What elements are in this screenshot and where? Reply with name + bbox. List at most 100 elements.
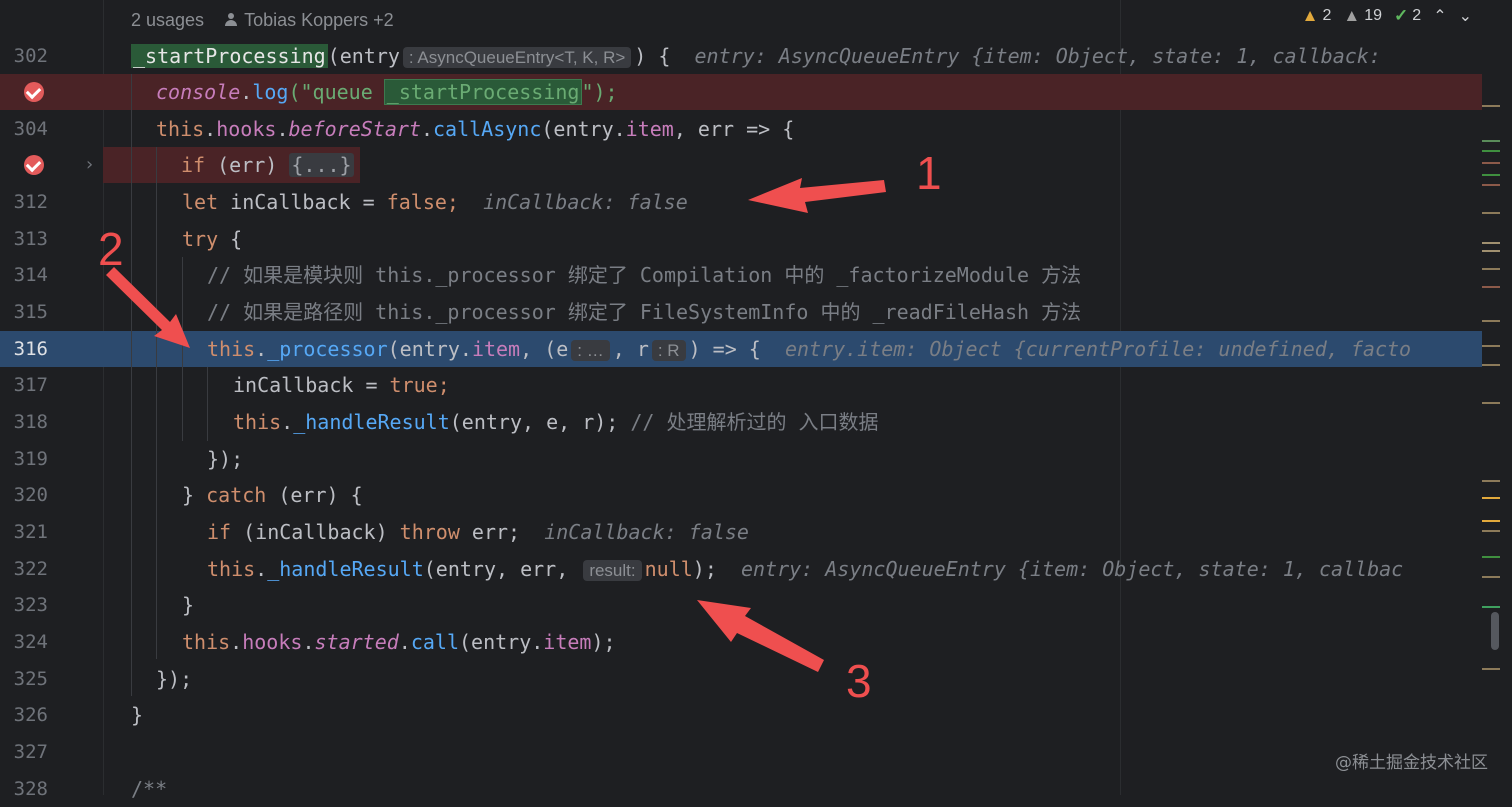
stripe-marker[interactable] xyxy=(1482,250,1500,252)
stripe-marker[interactable] xyxy=(1482,556,1500,558)
code-line[interactable]: 328 /** xyxy=(0,771,1482,807)
stripe-marker[interactable] xyxy=(1482,497,1500,499)
debug-value-hint: entry.item: Object {currentProfile: unde… xyxy=(784,337,1412,361)
code-text[interactable]: _startProcessing (entry: AsyncQueueEntry<… xyxy=(131,38,1381,76)
author-link[interactable]: Tobias Koppers +2 xyxy=(224,10,394,31)
code-text[interactable]: }); xyxy=(156,661,192,697)
code-line[interactable]: 318 this._handleResult(entry, e, r); // … xyxy=(0,404,1482,440)
weak-warning-icon: ▲ xyxy=(1343,6,1361,25)
stripe-marker[interactable] xyxy=(1482,530,1500,532)
usages-link[interactable]: 2 usages xyxy=(131,10,204,31)
code-text[interactable]: this._handleResult(entry, err, result: nu… xyxy=(207,551,1403,589)
indent-guide xyxy=(182,257,183,441)
author-label: Tobias Koppers +2 xyxy=(244,9,394,30)
line-number: 323 xyxy=(13,594,48,616)
code-text[interactable]: } xyxy=(182,587,194,623)
code-line[interactable]: 302 _startProcessing (entry: AsyncQueueEn… xyxy=(0,38,1482,74)
warnings-count[interactable]: ▲ 2 xyxy=(1302,6,1332,26)
folded-region[interactable]: {...} xyxy=(289,153,354,177)
indent-guide xyxy=(156,147,157,659)
code-comment[interactable]: // 如果是模块则 this._processor 绑定了 Compilatio… xyxy=(207,257,1081,293)
line-number: 320 xyxy=(13,484,48,506)
code-text[interactable]: this.hooks.started.call(entry.item); xyxy=(182,624,616,660)
inspections-widget[interactable]: ▲ 2 ▲ 19 ✓ 2 ⌃ ⌄ xyxy=(1302,4,1472,28)
code-line[interactable]: 322 this._handleResult(entry, err, resul… xyxy=(0,551,1482,587)
breakpoint-icon[interactable] xyxy=(24,155,44,175)
debug-value-hint: inCallback: false xyxy=(483,190,688,214)
code-text[interactable]: let inCallback = false; inCallback: fals… xyxy=(182,184,688,220)
code-text[interactable]: if (err) {...} xyxy=(181,147,354,183)
code-text[interactable]: inCallback = true; xyxy=(233,367,450,403)
code-line[interactable]: 313 try { xyxy=(0,221,1482,257)
code-line[interactable]: 315 // 如果是路径则 this._processor 绑定了 FileSy… xyxy=(0,294,1482,330)
stripe-marker[interactable] xyxy=(1482,105,1500,107)
code-line-current-execution[interactable]: 316 this._processor(entry.item, (e: …, r… xyxy=(0,331,1482,367)
stripe-marker[interactable] xyxy=(1482,286,1500,288)
stripe-marker[interactable] xyxy=(1482,480,1500,482)
line-number: 312 xyxy=(13,191,48,213)
stripe-marker[interactable] xyxy=(1482,668,1500,670)
check-icon: ✓ xyxy=(1394,6,1409,25)
breakpoint-icon[interactable] xyxy=(24,82,44,102)
stripe-marker[interactable] xyxy=(1482,402,1500,404)
line-number: 313 xyxy=(13,228,48,250)
code-line-breakpoint[interactable]: console.log("queue _startProcessing "); xyxy=(0,74,1482,110)
fold-arrow-icon[interactable]: › xyxy=(84,154,95,175)
code-line[interactable]: 325 }); xyxy=(0,661,1482,697)
parameter-inlay-hint: result: xyxy=(583,560,642,581)
code-text[interactable]: }); xyxy=(207,441,243,477)
line-number: 324 xyxy=(13,631,48,653)
code-line[interactable]: 324 this.hooks.started.call(entry.item); xyxy=(0,624,1482,660)
code-text[interactable]: try { xyxy=(182,221,242,257)
code-line[interactable]: 319 }); xyxy=(0,441,1482,477)
next-problem-button[interactable]: ⌄ xyxy=(1459,6,1472,26)
code-text[interactable]: this._processor(entry.item, (e: …, r: R)… xyxy=(207,331,1411,369)
code-text[interactable]: this._handleResult(entry, e, r); // 处理解析… xyxy=(233,404,879,440)
stripe-marker[interactable] xyxy=(1482,576,1500,578)
code-line[interactable]: 317 inCallback = true; xyxy=(0,367,1482,403)
code-text[interactable]: console.log("queue _startProcessing "); xyxy=(156,74,618,110)
stripe-marker[interactable] xyxy=(1482,242,1500,244)
stripe-marker[interactable] xyxy=(1482,174,1500,176)
previous-problem-button[interactable]: ⌃ xyxy=(1433,6,1446,26)
code-line[interactable]: 320 } catch (err) { xyxy=(0,477,1482,513)
line-number: 317 xyxy=(13,374,48,396)
annotation-label-3: 3 xyxy=(846,655,872,707)
code-line[interactable]: 321 if (inCallback) throw err; inCallbac… xyxy=(0,514,1482,550)
code-text[interactable]: /** xyxy=(131,771,167,807)
code-text[interactable]: this.hooks.beforeStart.callAsync(entry.i… xyxy=(156,111,794,147)
stripe-marker[interactable] xyxy=(1482,320,1500,322)
code-line[interactable]: 323 } xyxy=(0,587,1482,623)
code-comment[interactable]: // 如果是路径则 this._processor 绑定了 FileSystem… xyxy=(207,294,1081,330)
code-line[interactable]: 312 let inCallback = false; inCallback: … xyxy=(0,184,1482,220)
scrollbar-thumb[interactable] xyxy=(1491,612,1499,650)
stripe-marker[interactable] xyxy=(1482,364,1500,366)
stripe-marker[interactable] xyxy=(1482,162,1500,164)
code-line[interactable]: 326 } xyxy=(0,697,1482,733)
code-line[interactable]: 327 xyxy=(0,734,1482,770)
code-line[interactable]: 314 // 如果是模块则 this._processor 绑定了 Compil… xyxy=(0,257,1482,293)
code-text[interactable]: } xyxy=(131,697,143,733)
watermark: @稀土掘金技术社区 xyxy=(1335,753,1488,773)
ok-count[interactable]: ✓ 2 xyxy=(1394,6,1421,26)
stripe-marker[interactable] xyxy=(1482,140,1500,142)
stripe-marker[interactable] xyxy=(1482,184,1500,186)
indent-guide xyxy=(131,74,132,696)
annotation-label-1: 1 xyxy=(916,147,942,199)
code-text[interactable]: if (inCallback) throw err; inCallback: f… xyxy=(207,514,749,550)
stripe-marker[interactable] xyxy=(1482,268,1500,270)
stripe-marker[interactable] xyxy=(1482,606,1500,608)
code-line-breakpoint[interactable]: if (err) {...} xyxy=(103,147,360,183)
code-text[interactable]: } catch (err) { xyxy=(182,477,363,513)
debug-value-hint: entry: AsyncQueueEntry {item: Object, st… xyxy=(740,557,1404,581)
weak-warnings-count[interactable]: ▲ 19 xyxy=(1343,6,1382,26)
stripe-marker[interactable] xyxy=(1482,150,1500,152)
code-line[interactable]: 304 this.hooks.beforeStart.callAsync(ent… xyxy=(0,111,1482,147)
stripe-marker[interactable] xyxy=(1482,345,1500,347)
line-number: 318 xyxy=(13,411,48,433)
stripe-marker[interactable] xyxy=(1482,212,1500,214)
line-number: 316 xyxy=(13,338,48,360)
stripe-marker[interactable] xyxy=(1482,520,1500,522)
line-number: 321 xyxy=(13,521,48,543)
line-number: 327 xyxy=(13,741,48,763)
